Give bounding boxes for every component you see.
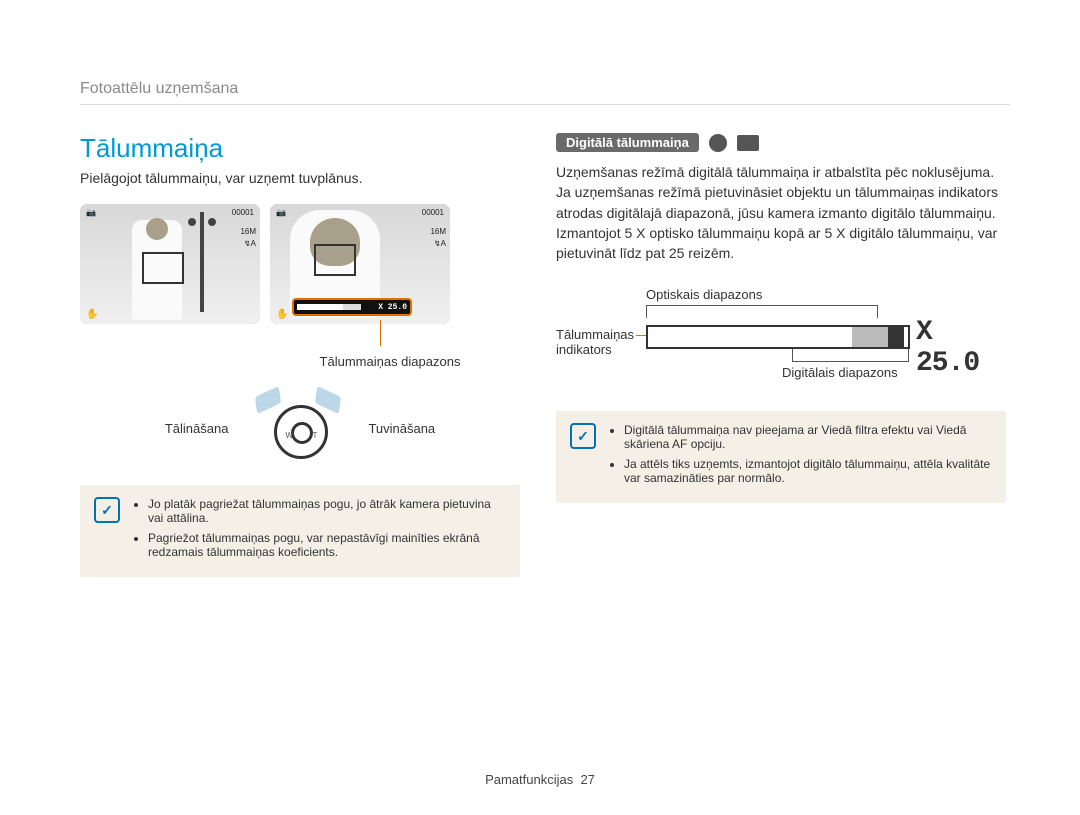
note-box-left: ✓ Jo platāk pagriežat tālummaiņas pogu, … (80, 485, 520, 577)
dial-w: W (285, 431, 293, 440)
mode-program-icon (709, 134, 727, 152)
preview-thumbnails: 📷 00001 16M ↯A ✋ 📷 0000 (80, 204, 520, 324)
stabilizer-icon: ✋ (276, 309, 288, 320)
note-item: Ja attēls tiks uzņemts, izmantojot digit… (624, 457, 992, 485)
mode-scene-icon (737, 135, 759, 151)
breadcrumb: Fotoattēlu uzņemšana (80, 80, 1010, 105)
arrow-right-icon (315, 386, 341, 414)
footer-section: Pamatfunkcijas (485, 772, 573, 787)
note-list: Jo platāk pagriežat tālummaiņas pogu, jo… (132, 497, 506, 565)
digital-zoom-text: Uzņemšanas režīmā digitālā tālummaiņa ir… (556, 162, 1006, 263)
label-zoom-indicator: Tālummaiņas indikators (556, 327, 636, 357)
note-item: Digitālā tālummaiņa nav pieejama ar Vied… (624, 423, 992, 451)
note-icon: ✓ (94, 497, 120, 523)
note-item: Jo platāk pagriežat tālummaiņas pogu, jo… (148, 497, 506, 525)
zoom-range-bar (646, 325, 910, 349)
zoom-dial: W T (252, 397, 344, 459)
zoom-diagram: Optiskais diapazons Tālummaiņas indikato… (556, 287, 1006, 397)
label-optical-range: Optiskais diapazons (646, 287, 762, 302)
preview-wide: 📷 00001 16M ↯A ✋ (80, 204, 260, 324)
page-title: Tālummaiņa (80, 133, 520, 164)
counter: 00001 (422, 208, 444, 217)
counter: 00001 (232, 208, 254, 217)
zoom-value: X 25.0 (916, 317, 1006, 379)
stabilizer-icon: ✋ (86, 309, 98, 320)
hud-right: 16M ↯A (430, 226, 446, 250)
section-pill: Digitālā tālummaiņa (556, 133, 699, 152)
intro-text: Pielāgojot tālummaiņu, var uzņemt tuvplā… (80, 170, 520, 186)
label-zoom-in: Tuvināšana (368, 421, 435, 436)
page-footer: Pamatfunkcijas 27 (0, 772, 1080, 787)
label-zoom-out: Tālināšana (165, 421, 229, 436)
label-zoom-range: Tālummaiņas diapazons (260, 354, 520, 369)
camera-mode-icon: 📷 (86, 208, 96, 217)
preview-tele: 📷 00001 16M ↯A ✋ X 25.0 (270, 204, 450, 324)
zoom-bar-value: X 25.0 (378, 303, 407, 312)
footer-page: 27 (580, 772, 594, 787)
hud-right: 16M ↯A (240, 226, 256, 250)
arrow-left-icon (255, 386, 281, 414)
note-box-right: ✓ Digitālā tālummaiņa nav pieejama ar Vi… (556, 411, 1006, 503)
label-digital-range: Digitālais diapazons (782, 365, 898, 380)
note-list: Digitālā tālummaiņa nav pieejama ar Vied… (608, 423, 992, 491)
note-item: Pagriežot tālummaiņas pogu, var nepastāv… (148, 531, 506, 559)
note-icon: ✓ (570, 423, 596, 449)
zoom-bar: X 25.0 (292, 298, 412, 316)
dial-t: T (313, 431, 318, 440)
camera-mode-icon: 📷 (276, 208, 286, 217)
